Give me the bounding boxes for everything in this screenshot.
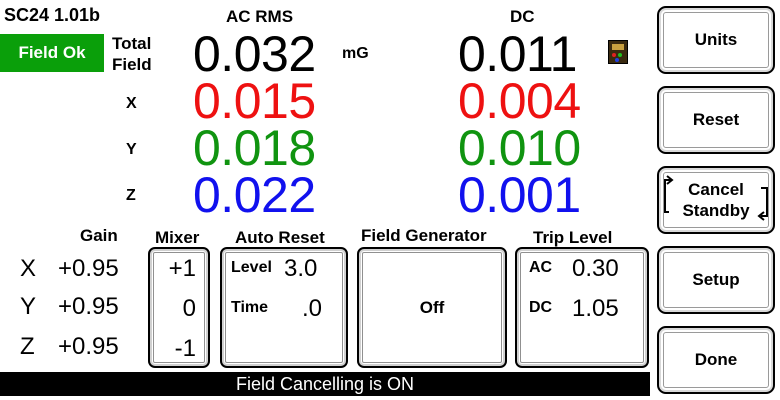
trip-ac-label: AC bbox=[529, 259, 553, 276]
ac-x-value: 0.015 bbox=[193, 73, 316, 129]
device-version: SC24 1.01b bbox=[4, 5, 101, 25]
axis-label-y: Y bbox=[126, 141, 137, 158]
ac-z-value: 0.022 bbox=[193, 167, 316, 223]
ac-rms-title: AC RMS bbox=[226, 7, 294, 26]
axis-label-x: X bbox=[126, 95, 137, 112]
ac-total-value: 0.032 bbox=[193, 26, 316, 82]
mixer-y-value: 0 bbox=[182, 295, 196, 322]
field-generator-value: Off bbox=[419, 297, 445, 317]
auto-reset-title: Auto Reset bbox=[235, 228, 325, 247]
level-label: Level bbox=[231, 259, 272, 276]
trip-level-title: Trip Level bbox=[533, 228, 613, 247]
status-bar: Field Cancelling is ON bbox=[0, 372, 650, 396]
trip-dc-label: DC bbox=[529, 299, 553, 316]
done-button-label: Done bbox=[694, 350, 738, 369]
mixer-title: Mixer bbox=[155, 228, 200, 247]
dc-title: DC bbox=[510, 7, 535, 26]
total-label-line2: Field bbox=[112, 55, 152, 74]
auto-reset-panel[interactable]: Level 3.0 Time .0 bbox=[220, 247, 348, 368]
trip-level-panel[interactable]: AC 0.30 DC 1.05 bbox=[515, 247, 649, 368]
time-value: .0 bbox=[302, 295, 323, 322]
dc-x-value: 0.004 bbox=[458, 73, 581, 129]
ac-y-value: 0.018 bbox=[193, 120, 316, 176]
mixer-x-value: +1 bbox=[168, 255, 196, 282]
total-field-label: Total Field bbox=[112, 33, 152, 75]
row-axis-z: Z bbox=[20, 333, 35, 360]
mixer-z-value: -1 bbox=[174, 335, 196, 362]
time-label: Time bbox=[231, 299, 269, 316]
row-axis-x: X bbox=[20, 255, 37, 282]
trip-ac-value: 0.30 bbox=[572, 255, 619, 282]
level-value: 3.0 bbox=[284, 255, 318, 282]
status-text: Field Cancelling is ON bbox=[235, 373, 415, 394]
axis-label-z: Z bbox=[126, 187, 136, 204]
dc-z-value: 0.001 bbox=[458, 167, 581, 223]
units-button-label: Units bbox=[694, 30, 738, 49]
dc-y-value: 0.010 bbox=[458, 120, 581, 176]
total-label-line1: Total bbox=[112, 34, 152, 53]
field-status-label: Field Ok bbox=[18, 43, 86, 62]
gain-x-value[interactable]: +0.95 bbox=[58, 255, 119, 283]
gain-title: Gain bbox=[80, 226, 118, 245]
unit-label: mG bbox=[342, 45, 369, 62]
standby-label: Standby bbox=[682, 201, 750, 220]
row-axis-y: Y bbox=[20, 293, 37, 320]
dc-total-value: 0.011 bbox=[458, 26, 577, 82]
field-status-badge: Field Ok bbox=[0, 34, 104, 72]
gain-y-value[interactable]: +0.95 bbox=[58, 293, 119, 321]
cancel-label: Cancel bbox=[688, 180, 744, 199]
trip-dc-value: 1.05 bbox=[572, 295, 619, 322]
reset-button[interactable]: Reset bbox=[657, 86, 775, 154]
device-icon bbox=[608, 40, 628, 64]
mixer-panel[interactable]: +1 0 -1 bbox=[148, 247, 210, 368]
done-button[interactable]: Done bbox=[657, 326, 775, 394]
setup-button[interactable]: Setup bbox=[657, 246, 775, 314]
gain-z-value[interactable]: +0.95 bbox=[58, 333, 119, 361]
setup-button-label: Setup bbox=[692, 270, 740, 289]
reset-button-label: Reset bbox=[692, 110, 740, 129]
field-generator-title: Field Generator bbox=[361, 226, 487, 245]
cancel-standby-button[interactable]: Cancel Standby bbox=[657, 166, 775, 234]
units-button[interactable]: Units bbox=[657, 6, 775, 74]
field-generator-button[interactable]: Off bbox=[357, 247, 507, 368]
